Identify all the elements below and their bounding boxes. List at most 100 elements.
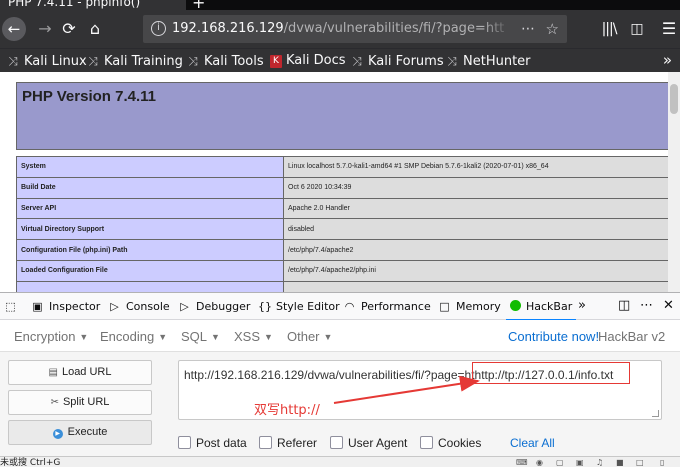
bookmark-kali-tools[interactable]: ⤨ Kali Tools [186, 52, 263, 70]
menu-icon[interactable]: ☰ [658, 18, 680, 40]
tab-strip: PHP 7.4.11 - phpinfo() + [0, 0, 680, 10]
table-row: System Linux localhost 5.7.0-kali1-amd64 … [16, 156, 672, 178]
tab-label: Style Editor [276, 300, 340, 313]
cookies-checkbox[interactable]: Cookies [420, 436, 481, 450]
bookmarks-overflow-icon[interactable]: » [663, 51, 672, 69]
inspector-icon: ▣ [32, 300, 43, 313]
pick-element-icon[interactable]: ⬚ [4, 300, 17, 314]
bookmark-label: Kali Forums [368, 54, 444, 69]
highlight-box [472, 362, 630, 384]
annotation-label: 双写http:// [254, 403, 320, 418]
gauge-icon: ◠ [344, 300, 355, 313]
row-key: Build Date [16, 176, 284, 199]
devtools-overflow-icon[interactable]: » [578, 298, 586, 313]
url-fade [483, 15, 513, 43]
bookmark-nethunter[interactable]: ⤨ NetHunter [445, 52, 531, 70]
post-data-checkbox[interactable]: Post data [178, 436, 247, 450]
bookmark-kali-training[interactable]: ⤨ Kali Training [86, 52, 183, 70]
tab-label: Console [126, 300, 170, 313]
tab-performance[interactable]: ◠ Performance [343, 300, 431, 314]
url-path: /dvwa/vulnerabilities/fi/?page=htt [283, 21, 505, 36]
clear-all-link[interactable]: Clear All [510, 436, 555, 450]
page-scrollbar[interactable] [668, 72, 680, 292]
menu-sql[interactable]: SQL ▼ [181, 329, 220, 344]
split-icon: ✂ [50, 397, 59, 408]
table-row: Configuration File (php.ini) Path/etc/ph… [16, 239, 672, 261]
hackbar-menu: Encryption ▼ Encoding ▼ SQL ▼ XSS ▼ Other ▼ C… [0, 320, 680, 352]
kali-dragon-icon: ⤨ [188, 54, 198, 68]
kali-dragon-icon: ⤨ [447, 54, 457, 68]
folder-icon: ▣ [576, 458, 584, 467]
kali-dragon-icon: ⤨ [352, 54, 362, 68]
braces-icon: {} [258, 300, 272, 313]
button-label: Execute [67, 426, 108, 438]
checkbox-box[interactable] [420, 436, 433, 449]
kali-docs-icon: K [270, 55, 282, 68]
bookmark-kali-linux[interactable]: ⤨ Kali Linux [6, 52, 86, 70]
bookmark-label: NetHunter [463, 54, 531, 69]
tab-phpinfo[interactable]: PHP 7.4.11 - phpinfo() [0, 0, 186, 10]
debugger-icon: ▷ [180, 300, 189, 313]
url-bar[interactable]: i 192.168.216.129/dvwa/vulnerabilities/fi… [143, 15, 567, 43]
volume-icon: ♫ [596, 458, 604, 467]
menu-label: Other [287, 329, 320, 344]
split-url-button[interactable]: ✂ Split URL [8, 390, 152, 415]
dock-icon[interactable]: ◫ [618, 298, 630, 313]
row-key: Loaded Configuration File [16, 259, 284, 282]
tab-console[interactable]: ▷ Console [108, 300, 170, 314]
checkbox-box[interactable] [330, 436, 343, 449]
contribute-link[interactable]: Contribute now! [508, 329, 599, 344]
load-url-button[interactable]: ▤ Load URL [8, 360, 152, 385]
tab-debugger[interactable]: ▷ Debugger [178, 300, 250, 314]
row-value [283, 280, 672, 292]
hackbar-panel: ▤ Load URL ✂ Split URL ▶ Execute http://192… [0, 352, 680, 467]
caret-down-icon: ▼ [323, 332, 333, 342]
memory-icon: □ [439, 300, 450, 313]
forward-icon[interactable]: → [34, 18, 56, 40]
status-bar: 未或搜 Ctrl+G ⌨ ◉ ▢ ▣ ♫ ■ □ ▯ [0, 456, 680, 467]
resize-handle-icon[interactable] [652, 410, 659, 417]
close-icon[interactable]: ✕ [663, 298, 674, 313]
table-row: Virtual Directory Support disabled [16, 218, 672, 241]
status-text: 未或搜 Ctrl+G [0, 458, 61, 467]
row-value: Linux localhost 5.7.0-kali1-amd64 #1 SMP… [283, 156, 672, 178]
bookmark-kali-forums[interactable]: ⤨ Kali Forums [350, 52, 444, 70]
url-host: 192.168.216.129 [172, 21, 284, 36]
console-icon: ▷ [110, 300, 119, 313]
home-icon[interactable]: ⌂ [84, 18, 106, 40]
checkbox-box[interactable] [259, 436, 272, 449]
reload-icon[interactable]: ⟳ [58, 18, 80, 40]
menu-xss[interactable]: XSS ▼ [234, 329, 273, 344]
menu-encryption[interactable]: Encryption ▼ [14, 329, 88, 344]
referer-checkbox[interactable]: Referer [259, 436, 317, 450]
library-icon[interactable]: |||\ [598, 18, 620, 40]
bookmark-kali-docs[interactable]: K Kali Docs [270, 52, 346, 70]
options-icon[interactable]: ⋯ [640, 298, 653, 313]
star-icon[interactable]: ☆ [546, 15, 559, 43]
tab-inspector[interactable]: ▣ Inspector [31, 300, 100, 314]
sidebar-icon[interactable]: ◫ [626, 18, 648, 40]
checkbox-box[interactable] [178, 436, 191, 449]
info-icon[interactable]: i [151, 21, 166, 36]
caret-down-icon: ▼ [158, 332, 168, 342]
tab-label: HackBar [526, 300, 573, 313]
menu-encoding[interactable]: Encoding ▼ [100, 329, 167, 344]
reader-icon[interactable]: ⋯ [521, 15, 535, 43]
button-label: Load URL [61, 366, 112, 378]
user-agent-checkbox[interactable]: User Agent [330, 436, 407, 450]
tab-style-editor[interactable]: {} Style Editor [258, 300, 340, 314]
scrollbar-thumb[interactable] [670, 84, 678, 114]
hackbar-icon [510, 300, 521, 311]
tab-hackbar[interactable]: HackBar [505, 300, 577, 321]
new-tab-button[interactable]: + [192, 0, 205, 10]
caret-down-icon: ▼ [79, 332, 89, 342]
checkbox-label: Referer [277, 436, 318, 450]
back-icon[interactable]: ← [2, 17, 26, 41]
menu-other[interactable]: Other ▼ [287, 329, 332, 344]
tab-memory[interactable]: □ Memory [438, 300, 500, 314]
usb-icon: ■ [616, 458, 624, 467]
row-key [16, 280, 284, 292]
execute-button[interactable]: ▶ Execute [8, 420, 152, 445]
navigation-toolbar: ← → ⟳ ⌂ i 192.168.216.129/dvwa/vulnerabil… [0, 10, 680, 48]
row-key: Configuration File (php.ini) Path [16, 239, 284, 261]
